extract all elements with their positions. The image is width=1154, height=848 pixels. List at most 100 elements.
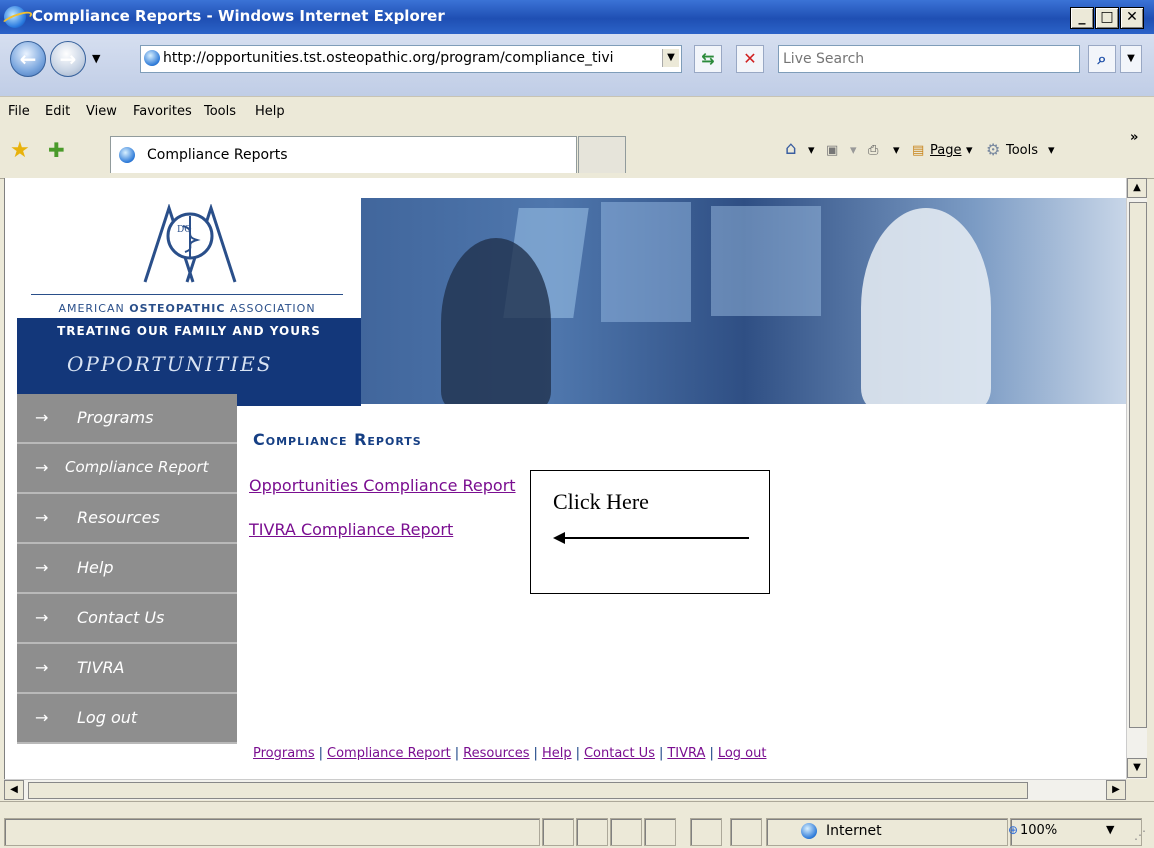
page-menu-button[interactable]: Page — [930, 143, 961, 158]
page-icon — [144, 50, 160, 66]
footer-link-log-out[interactable]: Log out — [718, 746, 767, 761]
logo-letter-d: DO — [177, 225, 192, 235]
menu-tools[interactable]: Tools — [204, 104, 236, 119]
nav-item-programs[interactable]: → Programs — [17, 394, 237, 444]
nav-arrow-icon: → — [35, 608, 49, 627]
nav-label: Log out — [77, 708, 138, 727]
nav-label: Help — [77, 558, 114, 577]
tools-menu-button[interactable]: Tools — [1006, 143, 1038, 158]
tab-compliance-reports[interactable]: Compliance Reports — [110, 136, 577, 173]
vertical-scroll-thumb[interactable] — [1129, 202, 1147, 728]
menu-edit[interactable]: Edit — [45, 104, 70, 119]
brand-banner: TREATING OUR FAMILY AND YOURS OPPORTUNIT… — [17, 318, 361, 406]
feeds-dropdown-icon[interactable]: ▾ — [850, 143, 857, 158]
search-button[interactable]: ⌕ — [1088, 45, 1116, 73]
aoa-logo: DO AMERICAN OSTEOPATHIC ASSOCIATION — [17, 198, 357, 323]
nav-label: TIVRA — [77, 658, 125, 677]
aoa-emblem-icon: DO — [143, 204, 237, 283]
home-dropdown-icon[interactable]: ▾ — [808, 143, 815, 158]
footer-link-programs[interactable]: Programs — [253, 746, 315, 761]
brand-name: OPPORTUNITIES — [67, 352, 273, 376]
menu-favorites[interactable]: Favorites — [133, 104, 192, 119]
scroll-right-button[interactable]: ▶ — [1106, 780, 1126, 800]
vertical-scrollbar[interactable]: ▲ ▼ — [1126, 178, 1147, 779]
address-url[interactable]: http://opportunities.tst.osteopathic.org… — [163, 50, 658, 66]
nav-label: Contact Us — [77, 608, 165, 627]
scroll-up-button[interactable]: ▲ — [1127, 178, 1147, 198]
refresh-button[interactable]: ⇆ — [694, 45, 722, 73]
menu-bar: File Edit View Favorites Tools Help — [0, 96, 1154, 128]
nav-label: Compliance Report — [65, 458, 209, 476]
address-field[interactable]: http://opportunities.tst.osteopathic.org… — [140, 45, 682, 73]
footer-links: Programs | Compliance Report | Resources | Hel… — [253, 746, 766, 761]
xray-screen — [711, 206, 821, 316]
opportunities-compliance-report-link[interactable]: Opportunities Compliance Report — [249, 476, 516, 495]
print-icon[interactable]: ⎙ — [868, 143, 878, 158]
footer-link-resources[interactable]: Resources — [463, 746, 529, 761]
tivra-compliance-report-link[interactable]: TIVRA Compliance Report — [249, 520, 453, 539]
forward-button[interactable]: → — [50, 41, 86, 77]
favorites-star-icon[interactable]: ★ — [10, 138, 30, 163]
nav-item-tivra[interactable]: → TIVRA — [17, 644, 237, 694]
page-dropdown-icon[interactable]: ▾ — [966, 143, 973, 158]
page-title: Compliance Reports — [253, 430, 422, 449]
zoom-dropdown-icon[interactable]: ▼ — [1106, 823, 1114, 836]
zoom-level[interactable]: 100% — [1020, 823, 1057, 838]
footer-link-contact-us[interactable]: Contact Us — [584, 746, 655, 761]
tagline: TREATING OUR FAMILY AND YOURS — [57, 324, 321, 338]
tools-dropdown-icon[interactable]: ▾ — [1048, 143, 1055, 158]
minimize-button[interactable]: _ — [1070, 7, 1094, 29]
footer-separator: | — [533, 746, 538, 761]
xray-screen — [601, 202, 691, 322]
nav-arrow-icon: → — [35, 558, 49, 577]
stop-button[interactable]: ✕ — [736, 45, 764, 73]
search-input[interactable] — [779, 46, 1067, 72]
nav-arrow-icon: → — [35, 458, 49, 477]
resize-grip-icon[interactable]: ⋰ — [1134, 828, 1146, 842]
nav-arrow-icon: → — [35, 508, 49, 527]
tools-gear-icon: ⚙ — [986, 140, 1001, 159]
recent-pages-dropdown[interactable]: ▼ — [92, 52, 100, 65]
menu-view[interactable]: View — [86, 104, 117, 119]
nav-arrow-icon: → — [35, 408, 49, 427]
zoom-icon: ⊕ — [1008, 823, 1019, 837]
menu-help[interactable]: Help — [255, 104, 285, 119]
chevron-more-icon[interactable]: » — [1130, 130, 1138, 145]
tab-bar: ★ ✚ Compliance Reports ⌂ ▾ ▣ ▾ ⎙ ▾ ▤ Pag… — [0, 126, 1154, 179]
nav-item-compliance-report[interactable]: → Compliance Report — [17, 444, 237, 494]
new-tab-button[interactable] — [578, 136, 626, 173]
footer-separator: | — [575, 746, 580, 761]
scroll-down-button[interactable]: ▼ — [1127, 758, 1147, 778]
search-options-button[interactable]: ▼ — [1120, 45, 1142, 73]
feeds-icon[interactable]: ▣ — [826, 143, 838, 158]
footer-link-compliance-report[interactable]: Compliance Report — [327, 746, 451, 761]
doctor-figure — [441, 238, 551, 404]
add-favorite-icon[interactable]: ✚ — [48, 138, 65, 162]
scroll-left-button[interactable]: ◀ — [4, 780, 24, 800]
back-button[interactable]: ← — [10, 41, 46, 77]
menu-file[interactable]: File — [8, 104, 30, 119]
footer-link-help[interactable]: Help — [542, 746, 572, 761]
maximize-button[interactable]: □ — [1095, 7, 1119, 29]
title-bar: Compliance Reports - Windows Internet Ex… — [0, 0, 1154, 34]
close-button[interactable]: ✕ — [1120, 7, 1144, 29]
internet-zone-icon — [801, 823, 817, 839]
nav-item-resources[interactable]: → Resources — [17, 494, 237, 544]
nav-label: Programs — [77, 408, 154, 427]
nav-item-log-out[interactable]: → Log out — [17, 694, 237, 744]
security-zone-label: Internet — [826, 823, 882, 839]
horizontal-scrollbar[interactable]: ◀ ▶ — [4, 779, 1126, 800]
page-icon-menu: ▤ — [912, 143, 925, 158]
print-dropdown-icon[interactable]: ▾ — [893, 143, 900, 158]
status-bar: Internet ⊕ 100% ▼ ⋰ — [0, 801, 1154, 848]
nav-item-contact-us[interactable]: → Contact Us — [17, 594, 237, 644]
security-zone-panel[interactable] — [766, 818, 1008, 846]
address-dropdown-button[interactable]: ▼ — [662, 49, 679, 67]
status-panel — [690, 818, 722, 846]
footer-link-tivra[interactable]: TIVRA — [667, 746, 705, 761]
nav-item-help[interactable]: → Help — [17, 544, 237, 594]
browser-viewport: DO AMERICAN OSTEOPATHIC ASSOCIATION TREA… — [4, 178, 1127, 779]
horizontal-scroll-thumb[interactable] — [28, 782, 1028, 799]
search-field[interactable] — [778, 45, 1080, 73]
home-icon[interactable]: ⌂ — [785, 138, 796, 159]
